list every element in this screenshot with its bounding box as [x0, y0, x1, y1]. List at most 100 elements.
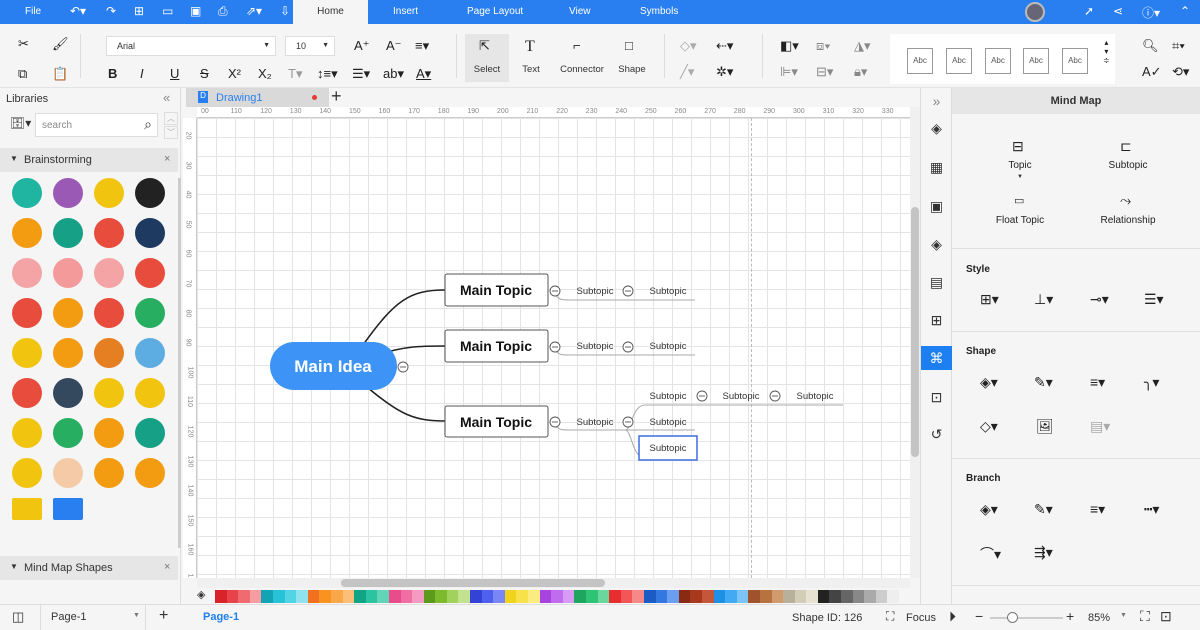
branch-arrow-icon[interactable]: ⇶▾: [1034, 544, 1053, 561]
effects-icon[interactable]: ✲▾: [716, 64, 733, 80]
color-swatch[interactable]: [597, 590, 610, 603]
mind-map-panel-icon[interactable]: ⌘: [921, 346, 952, 370]
export-icon[interactable]: ⇗▾: [246, 4, 262, 18]
arrange-icon[interactable]: ◧▾: [780, 38, 799, 54]
color-swatch[interactable]: [829, 590, 842, 603]
insert-image-icon[interactable]: 🖼︎: [1036, 418, 1054, 435]
phone-icon[interactable]: [52, 498, 83, 520]
style-preset-1[interactable]: Abc: [907, 48, 933, 74]
color-swatch[interactable]: [875, 590, 888, 603]
font-family-select[interactable]: Arial ▼: [106, 36, 276, 56]
head-silhouette-icon[interactable]: [134, 178, 165, 208]
bullets-icon[interactable]: ☰▾: [352, 66, 370, 82]
head-bulb-icon[interactable]: [11, 178, 42, 208]
spellcheck-icon[interactable]: A✓: [1142, 64, 1162, 80]
bulb-yellow-icon[interactable]: [134, 378, 165, 408]
add-page-icon[interactable]: +: [159, 607, 168, 625]
color-swatch[interactable]: [736, 590, 749, 603]
main-topic-label[interactable]: Main Topic: [460, 414, 532, 430]
document-tab[interactable]: D Drawing1: [186, 88, 329, 107]
share-icon[interactable]: ⋖: [1113, 4, 1123, 18]
color-swatch[interactable]: [296, 590, 308, 603]
bulb-small-icon[interactable]: [134, 458, 165, 488]
open-icon[interactable]: ▭: [162, 4, 173, 18]
checklist-icon[interactable]: [11, 378, 42, 408]
color-swatch[interactable]: [319, 590, 331, 603]
close-section-icon[interactable]: ×: [164, 153, 170, 165]
shape-fill-icon[interactable]: ◈▾: [980, 374, 998, 391]
subtopic-label[interactable]: Subtopic: [650, 443, 687, 454]
copy-icon[interactable]: ⧉: [18, 66, 27, 82]
tab-page-layout[interactable]: Page Layout: [467, 6, 523, 17]
topic-icon[interactable]: ⊟: [1012, 138, 1024, 155]
color-swatch[interactable]: [887, 590, 900, 603]
color-swatch[interactable]: [388, 590, 401, 603]
subtopic-label[interactable]: Subtopic: [577, 286, 614, 297]
vertical-scrollbar-thumb[interactable]: [911, 207, 919, 457]
color-swatch[interactable]: [226, 590, 239, 603]
color-swatch[interactable]: [574, 590, 586, 603]
subtopic-label[interactable]: Subtopic: [577, 417, 614, 428]
grid-panel-icon[interactable]: ▦: [921, 155, 952, 179]
wrench-idea-icon[interactable]: [52, 298, 83, 328]
color-swatch[interactable]: [516, 590, 529, 603]
color-swatch[interactable]: [528, 590, 540, 603]
color-swatch[interactable]: [759, 590, 772, 603]
search-icon[interactable]: ⌕: [144, 116, 152, 133]
relationship-button[interactable]: Relationship: [1078, 215, 1178, 226]
bulb-gear-icon[interactable]: [52, 418, 83, 448]
subtopic-button[interactable]: Subtopic: [1078, 160, 1178, 171]
color-swatch[interactable]: [817, 590, 830, 603]
color-swatch[interactable]: [794, 590, 807, 603]
head-brain-pink-icon[interactable]: [52, 178, 83, 208]
new-icon[interactable]: ⊞: [134, 4, 144, 18]
zoom-dropdown-icon[interactable]: ▼: [1120, 612, 1127, 619]
color-swatch[interactable]: [690, 590, 702, 603]
float-topic-icon[interactable]: ▭: [1014, 194, 1024, 207]
zoom-out-icon[interactable]: −: [975, 608, 983, 624]
eye-icon[interactable]: [134, 298, 165, 328]
color-swatch[interactable]: [342, 590, 355, 603]
collapse-ribbon-icon[interactable]: ⌃: [1180, 4, 1190, 18]
brainstorming-section-header[interactable]: ▼ Brainstorming ×: [0, 148, 178, 172]
avatar[interactable]: [1025, 2, 1045, 22]
head-magnet-icon[interactable]: [93, 218, 124, 248]
color-swatch[interactable]: [284, 590, 297, 603]
color-swatch[interactable]: [852, 590, 865, 603]
fill-color-icon[interactable]: ◈: [197, 588, 205, 601]
color-swatch[interactable]: [330, 590, 343, 603]
subtopic-label[interactable]: Subtopic: [650, 391, 687, 402]
color-swatch[interactable]: [261, 590, 273, 603]
page-panel-icon[interactable]: ▤: [921, 270, 952, 294]
people-talk-icon[interactable]: [93, 298, 124, 328]
line-spacing-icon[interactable]: ↕≡▾: [317, 66, 338, 82]
color-swatch[interactable]: [655, 590, 668, 603]
color-swatch[interactable]: [504, 590, 517, 603]
add-tab-icon[interactable]: +: [331, 86, 342, 107]
head-gears-icon[interactable]: [93, 178, 124, 208]
font-color-icon[interactable]: A▾: [416, 66, 431, 82]
zoom-in-icon[interactable]: +: [1066, 608, 1074, 624]
scroll-down-icon[interactable]: ﹀: [164, 126, 178, 139]
branch-line-weight-icon[interactable]: ≡▾: [1090, 501, 1105, 518]
library-menu-icon[interactable]: 🗄︎▾: [10, 116, 31, 130]
focus-button[interactable]: Focus: [906, 612, 936, 624]
head-idea-icon[interactable]: [11, 218, 42, 248]
bulb-glow-icon[interactable]: [11, 418, 42, 448]
close-section-icon[interactable]: ×: [164, 561, 170, 573]
subtopic-label[interactable]: Subtopic: [723, 391, 760, 402]
topic-button[interactable]: Topic: [970, 160, 1070, 171]
page-tab[interactable]: Page-1: [203, 611, 239, 623]
branch-fill-icon[interactable]: ◈▾: [980, 501, 998, 518]
color-swatch[interactable]: [272, 590, 285, 603]
color-swatch[interactable]: [493, 590, 505, 603]
color-swatch[interactable]: [481, 590, 494, 603]
color-swatch[interactable]: [539, 590, 552, 603]
shape-line-weight-icon[interactable]: ≡▾: [1090, 374, 1105, 391]
connector-tool-button[interactable]: ⌐ Connector: [555, 34, 609, 82]
text-case-icon[interactable]: ab▾: [383, 66, 404, 82]
main-topic-label[interactable]: Main Topic: [460, 338, 532, 354]
tab-view[interactable]: View: [569, 6, 591, 17]
color-swatch[interactable]: [609, 590, 621, 603]
print-icon[interactable]: ⎙: [218, 4, 228, 19]
